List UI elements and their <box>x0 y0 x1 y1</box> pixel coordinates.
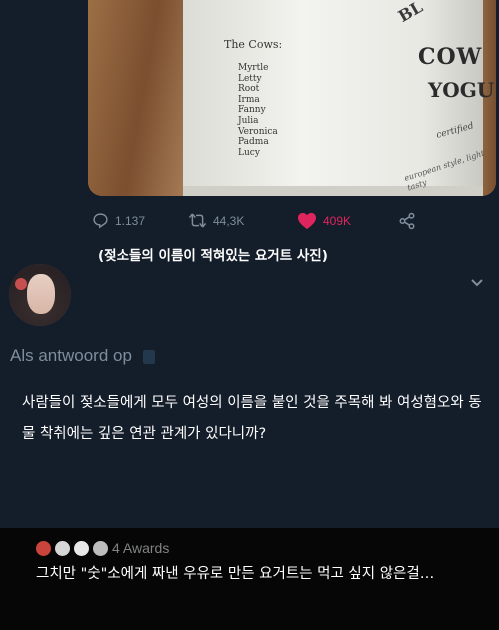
cow-name: Veronica <box>238 126 278 137</box>
bottle-band <box>183 186 483 196</box>
cow-name: Padma <box>238 137 269 148</box>
award-icon <box>36 540 51 556</box>
retweet-action[interactable]: 44,3K <box>188 212 244 229</box>
like-count: 409K <box>323 214 352 228</box>
share-action[interactable] <box>398 212 416 230</box>
cow-name: Root <box>238 84 260 95</box>
heart-icon <box>298 212 316 230</box>
award-icon <box>74 540 89 556</box>
cow-name: Fanny <box>238 105 266 116</box>
wood-background <box>88 0 183 196</box>
cows-name-list: Myrtle Letty Root Irma Fanny Julia Veron… <box>238 63 278 158</box>
avatar[interactable] <box>9 264 71 326</box>
avatar-face <box>27 274 55 314</box>
tweet-area: The Cows: Myrtle Letty Root Irma Fanny J… <box>0 0 499 528</box>
awards-count: 4 Awards <box>112 540 170 556</box>
award-icon <box>55 540 70 556</box>
brand-line-1: COW <box>418 44 483 70</box>
reply-to-label: Als antwoord op <box>10 346 132 365</box>
cows-list-title: The Cows: <box>224 38 283 51</box>
avatar-flower <box>15 278 27 290</box>
yogurt-photo[interactable]: The Cows: Myrtle Letty Root Irma Fanny J… <box>88 0 496 196</box>
retweet-icon <box>188 213 207 228</box>
cow-name: Myrtle <box>238 63 269 73</box>
reply-text: 사람들이 젖소들에게 모두 여성의 이름을 붙인 것을 주목해 봐 여성혐오와 … <box>22 395 482 442</box>
tweet-actions: 1.137 44,3K 409K <box>92 212 492 232</box>
reply-count: 1.137 <box>115 213 146 228</box>
mention-link[interactable] <box>142 349 155 364</box>
reddit-comment: 4 Awards 그치만 "숫"소에게 짜낸 우유로 만든 요거트는 먹고 싶지… <box>0 528 499 630</box>
cow-name: Lucy <box>238 147 260 158</box>
awards-row[interactable]: 4 Awards <box>36 540 169 556</box>
cow-name: Julia <box>238 115 259 126</box>
comment-text: 그치만 "숫"소에게 짜낸 우유로 만든 요거트는 먹고 싶지 않은걸… <box>36 566 435 582</box>
cow-name: Letty <box>238 73 262 84</box>
like-action[interactable]: 409K <box>297 212 351 230</box>
retweet-count: 44,3K <box>213 213 245 228</box>
award-icon <box>93 540 108 556</box>
reply-action[interactable]: 1.137 <box>92 212 145 229</box>
cow-name: Irma <box>238 94 260 105</box>
reply-to-line: Als antwoord op <box>10 346 155 366</box>
share-icon <box>399 212 415 230</box>
brand-line-2: YOGU <box>428 78 495 102</box>
photo-caption: (젖소들의 이름이 적혀있는 요거트 사진) <box>98 248 328 264</box>
chevron-down-icon[interactable] <box>470 278 484 288</box>
reply-icon <box>93 213 108 229</box>
